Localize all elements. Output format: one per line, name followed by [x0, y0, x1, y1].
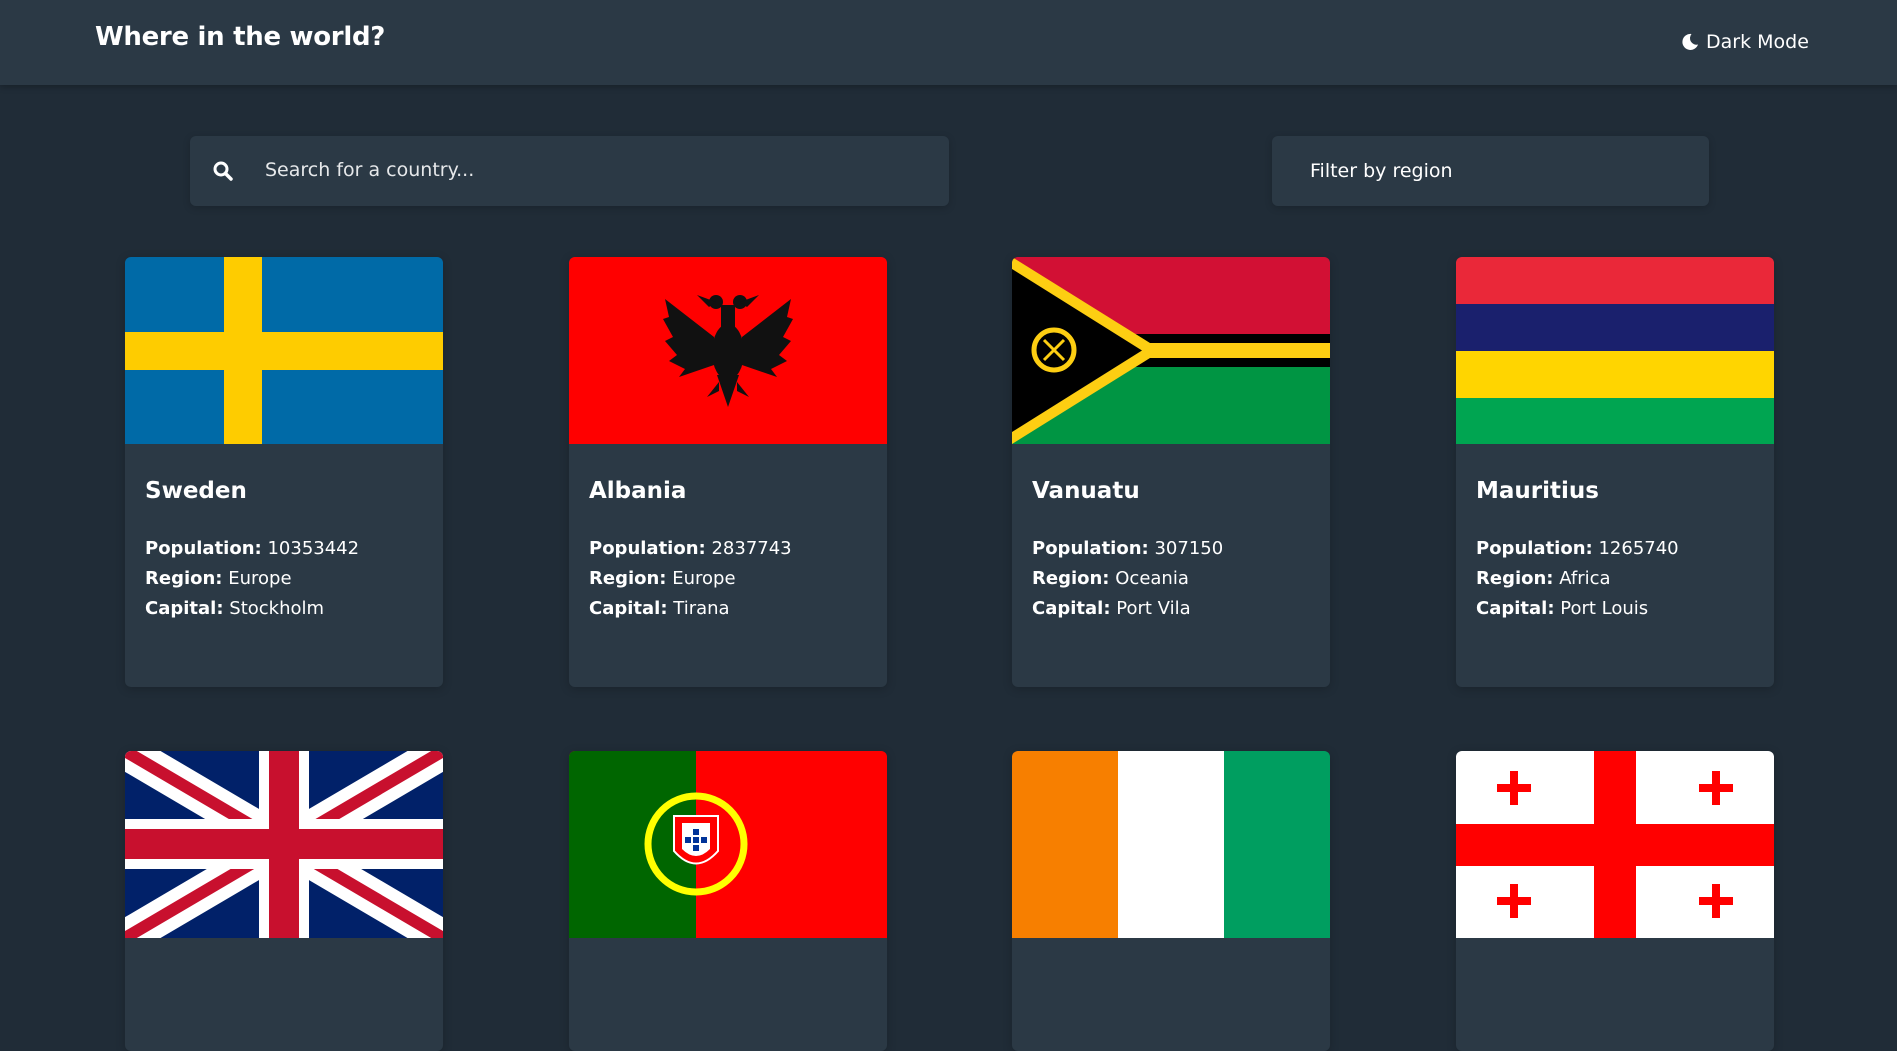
country-card[interactable]	[1456, 751, 1774, 1051]
capital-line: Capital: Stockholm	[145, 594, 423, 624]
ivory-coast-flag	[1012, 751, 1330, 938]
mauritius-flag	[1456, 257, 1774, 444]
capital-value: Port Louis	[1560, 598, 1649, 619]
capital-value: Port Vila	[1116, 598, 1191, 619]
georgia-flag	[1456, 751, 1774, 938]
population-line: Population: 10353442	[145, 534, 423, 564]
search-icon	[213, 161, 233, 181]
country-name: Albania	[589, 478, 687, 504]
region-line: Region: Europe	[145, 564, 423, 594]
region-line: Region: Europe	[589, 564, 867, 594]
capital-value: Tirana	[673, 598, 730, 619]
sweden-flag	[125, 257, 443, 444]
country-card[interactable]	[1012, 751, 1330, 1051]
region-value: Africa	[1559, 568, 1611, 589]
header: Where in the world? Dark Mode	[0, 0, 1897, 85]
country-name: Mauritius	[1476, 478, 1599, 504]
dark-mode-toggle[interactable]: Dark Mode	[1680, 28, 1809, 56]
portugal-flag	[569, 751, 887, 938]
region-filter-label: Filter by region	[1310, 160, 1453, 182]
country-card[interactable]	[569, 751, 887, 1051]
capital-line: Capital: Tirana	[589, 594, 867, 624]
region-label: Region:	[1032, 568, 1110, 589]
capital-label: Capital:	[1476, 598, 1555, 619]
population-line: Population: 2837743	[589, 534, 867, 564]
population-value: 2837743	[711, 538, 792, 559]
population-value: 307150	[1154, 538, 1224, 559]
moon-icon	[1682, 33, 1698, 50]
capital-line: Capital: Port Vila	[1032, 594, 1310, 624]
vanuatu-flag	[1012, 257, 1330, 444]
region-value: Europe	[228, 568, 292, 589]
population-value: 1265740	[1598, 538, 1679, 559]
country-card[interactable]: Vanuatu Population: 307150 Region: Ocean…	[1012, 257, 1330, 687]
region-filter-dropdown[interactable]: Filter by region	[1272, 136, 1709, 206]
country-card[interactable]	[125, 751, 443, 1051]
population-line: Population: 307150	[1032, 534, 1310, 564]
region-line: Region: Africa	[1476, 564, 1754, 594]
population-value: 10353442	[267, 538, 360, 559]
region-value: Oceania	[1115, 568, 1189, 589]
capital-line: Capital: Port Louis	[1476, 594, 1754, 624]
country-card[interactable]: Mauritius Population: 1265740 Region: Af…	[1456, 257, 1774, 687]
population-label: Population:	[145, 538, 262, 559]
capital-label: Capital:	[589, 598, 668, 619]
region-line: Region: Oceania	[1032, 564, 1310, 594]
united-kingdom-flag	[125, 751, 443, 938]
country-card[interactable]: Sweden Population: 10353442 Region: Euro…	[125, 257, 443, 687]
capital-label: Capital:	[145, 598, 224, 619]
region-value: Europe	[672, 568, 736, 589]
dark-mode-label: Dark Mode	[1706, 31, 1809, 53]
region-label: Region:	[589, 568, 667, 589]
region-label: Region:	[1476, 568, 1554, 589]
country-name: Vanuatu	[1032, 478, 1140, 504]
country-card[interactable]: Albania Population: 2837743 Region: Euro…	[569, 257, 887, 687]
population-label: Population:	[1032, 538, 1149, 559]
capital-label: Capital:	[1032, 598, 1111, 619]
population-label: Population:	[1476, 538, 1593, 559]
capital-value: Stockholm	[229, 598, 325, 619]
albania-flag	[569, 257, 887, 444]
population-label: Population:	[589, 538, 706, 559]
population-line: Population: 1265740	[1476, 534, 1754, 564]
app-title: Where in the world?	[95, 22, 386, 52]
country-name: Sweden	[145, 478, 247, 504]
search-input[interactable]	[265, 150, 925, 190]
region-label: Region:	[145, 568, 223, 589]
